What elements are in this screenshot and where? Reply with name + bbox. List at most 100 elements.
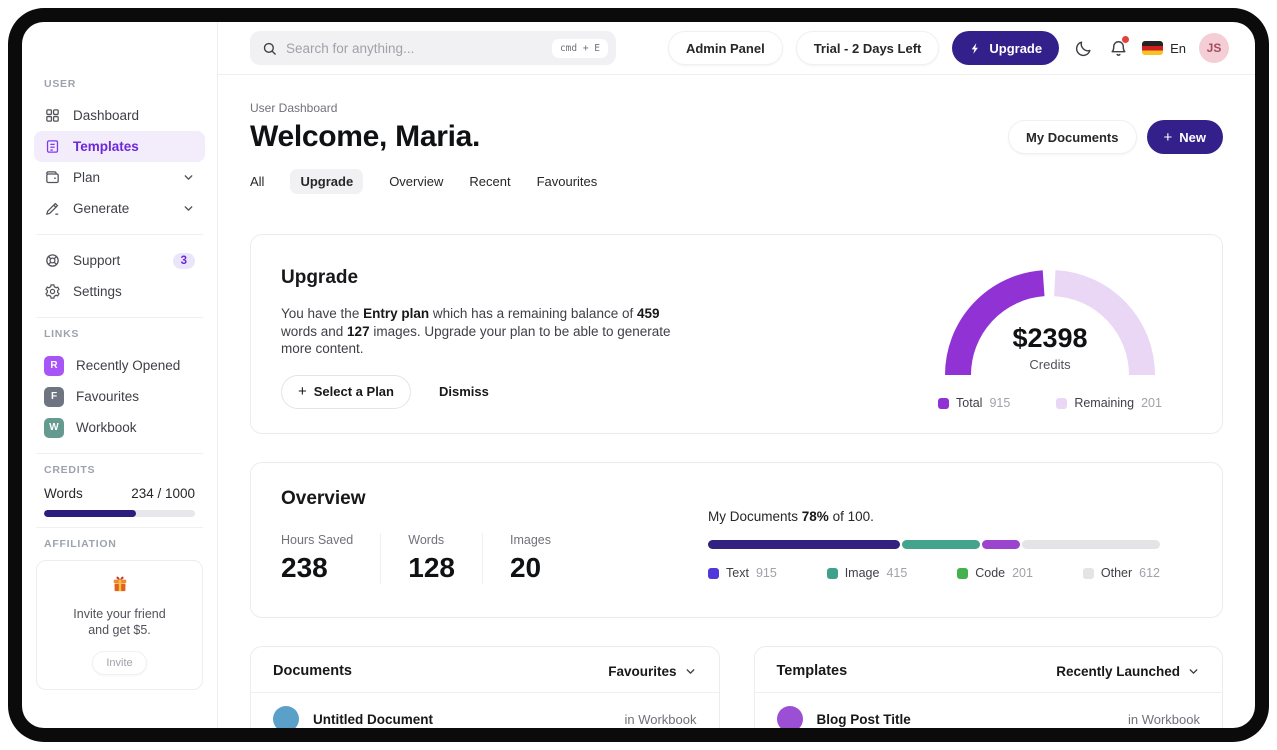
document-list-item[interactable]: Untitled Document in Workbook — [251, 693, 719, 728]
legend-swatch — [708, 567, 719, 579]
chevron-down-icon — [686, 668, 694, 674]
chevron-down-icon — [182, 202, 195, 215]
credits-label: Words — [44, 486, 83, 501]
documents-card: Documents Favourites Untitled Document i… — [250, 646, 720, 728]
notifications-button[interactable] — [1107, 36, 1130, 59]
sidebar-item-templates[interactable]: Templates — [34, 131, 205, 162]
legend-item-remaining: Remaining 201 — [1056, 396, 1162, 410]
new-button[interactable]: + New — [1146, 120, 1223, 154]
upgrade-button[interactable]: Upgrade — [952, 31, 1060, 65]
window-frame: USER Dashboard Templates Plan Generate S… — [8, 8, 1269, 742]
search-bar[interactable]: cmd + E — [250, 31, 616, 65]
link-initial-badge: R — [44, 355, 64, 376]
sidebar-item-label: Templates — [73, 139, 139, 154]
top-bar: cmd + E Admin Panel Trial - 2 Days Left … — [218, 22, 1255, 75]
stat-hours-saved: Hours Saved 238 — [281, 533, 354, 583]
grid-icon — [46, 109, 59, 122]
stat-images: Images 20 — [481, 533, 578, 584]
dark-mode-toggle[interactable] — [1072, 37, 1094, 59]
sidebar-item-label: Generate — [73, 201, 130, 216]
breadcrumb: User Dashboard — [250, 101, 338, 115]
sidebar-section-user: USER — [44, 78, 77, 90]
select-plan-label: Select a Plan — [313, 384, 394, 399]
affiliation-card: Invite your friend and get $5. Invite — [36, 560, 203, 690]
template-list-item[interactable]: Blog Post Title in Workbook — [755, 693, 1223, 728]
upgrade-card-title: Upgrade — [281, 267, 359, 288]
app-window: USER Dashboard Templates Plan Generate S… — [22, 22, 1255, 728]
sidebar-divider — [36, 317, 203, 318]
sidebar-item-dashboard[interactable]: Dashboard — [34, 100, 205, 131]
sidebar-item-label: Dashboard — [73, 108, 140, 123]
user-avatar[interactable]: JS — [1199, 33, 1229, 63]
search-input[interactable] — [286, 40, 543, 56]
sidebar-item-settings[interactable]: Settings — [34, 276, 205, 307]
legend-item-image: Image 415 — [826, 566, 907, 580]
chevron-down-icon — [182, 171, 195, 184]
documents-filter-dropdown[interactable]: Favourites — [608, 664, 696, 679]
credits-value: 234 / 1000 — [131, 486, 195, 501]
admin-panel-button[interactable]: Admin Panel — [667, 31, 783, 65]
sidebar-item-generate[interactable]: Generate — [34, 193, 205, 224]
templates-card-header: Templates Recently Launched — [754, 647, 1222, 693]
sidebar-section-affiliation: AFFILIATION — [44, 538, 117, 550]
sidebar-item-support[interactable]: Support 3 — [34, 245, 205, 276]
tab-favourites[interactable]: Favourites — [537, 169, 598, 194]
gauge-label: Credits — [1029, 357, 1071, 372]
document-avatar — [273, 706, 299, 728]
sidebar-item-recently-opened[interactable]: R Recently Opened — [34, 350, 205, 381]
credits-progress-fill — [44, 510, 137, 517]
link-initial-badge: F — [44, 386, 64, 407]
progress-legend: Text 915 Image 415 Code 201 Other 612 — [708, 566, 1160, 580]
language-selector[interactable]: En — [1142, 41, 1186, 56]
documents-card-title: Documents — [273, 663, 352, 679]
sidebar-item-favourites[interactable]: F Favourites — [34, 381, 205, 412]
bar-segment-text — [708, 540, 900, 549]
legend-swatch — [957, 567, 969, 579]
plus-icon: + — [1163, 128, 1173, 146]
sidebar-item-label: Workbook — [76, 420, 137, 435]
moon-icon — [1075, 40, 1091, 56]
chevron-down-icon — [1189, 668, 1198, 674]
trial-status-button[interactable]: Trial - 2 Days Left — [795, 31, 940, 65]
sidebar-item-workbook[interactable]: W Workbook — [34, 412, 205, 443]
select-plan-button[interactable]: + Select a Plan — [281, 374, 411, 409]
tab-all[interactable]: All — [250, 169, 264, 194]
gauge-center-text: $2398 Credits — [932, 323, 1168, 372]
stat-words: Words 128 — [380, 533, 482, 584]
notification-dot — [1122, 36, 1130, 43]
sidebar-item-label: Plan — [73, 170, 101, 185]
tab-upgrade[interactable]: Upgrade — [290, 169, 364, 194]
template-title: Blog Post Title — [816, 711, 911, 727]
progress-title: My Documents 78% of 100. — [708, 509, 874, 524]
sidebar-divider — [36, 234, 203, 235]
tab-recent[interactable]: Recent — [469, 169, 510, 194]
stacked-progress-bar — [708, 540, 1161, 549]
my-documents-button[interactable]: My Documents — [1008, 120, 1137, 154]
page-header: Welcome, Maria. My Documents + New — [250, 120, 1223, 154]
gauge-legend: Total 915 Remaining 201 — [932, 396, 1168, 410]
sidebar-item-plan[interactable]: Plan — [34, 162, 205, 193]
pencil-icon — [46, 202, 59, 215]
overview-card-title: Overview — [281, 488, 366, 509]
affiliation-text: Invite your friend and get $5. — [73, 607, 166, 638]
header-actions: My Documents + New — [1008, 120, 1223, 154]
templates-filter-dropdown[interactable]: Recently Launched — [1056, 664, 1200, 679]
legend-swatch — [938, 397, 950, 409]
tab-overview[interactable]: Overview — [389, 169, 443, 194]
overview-stats: Hours Saved 238 Words 128 Images 20 — [281, 533, 578, 584]
lifebuoy-icon — [46, 254, 59, 267]
gauge-value: $2398 — [1012, 323, 1088, 353]
invite-button[interactable]: Invite — [92, 650, 147, 675]
new-button-label: New — [1179, 129, 1206, 145]
support-count-badge: 3 — [172, 252, 195, 269]
documents-progress-chart: My Documents 78% of 100. Text 915 Image … — [708, 509, 1161, 592]
template-location: in Workbook — [1127, 711, 1200, 727]
gear-icon — [45, 284, 60, 299]
bar-segment-other — [1021, 540, 1161, 549]
upgrade-card-left: Upgrade You have the Entry plan which ha… — [281, 261, 683, 409]
document-title: Untitled Document — [313, 711, 433, 727]
legend-item-total: Total 915 — [938, 396, 1010, 410]
upgrade-card-actions: + Select a Plan Dismiss — [281, 374, 683, 409]
dismiss-button[interactable]: Dismiss — [439, 384, 489, 399]
search-shortcut-badge: cmd + E — [551, 38, 608, 58]
